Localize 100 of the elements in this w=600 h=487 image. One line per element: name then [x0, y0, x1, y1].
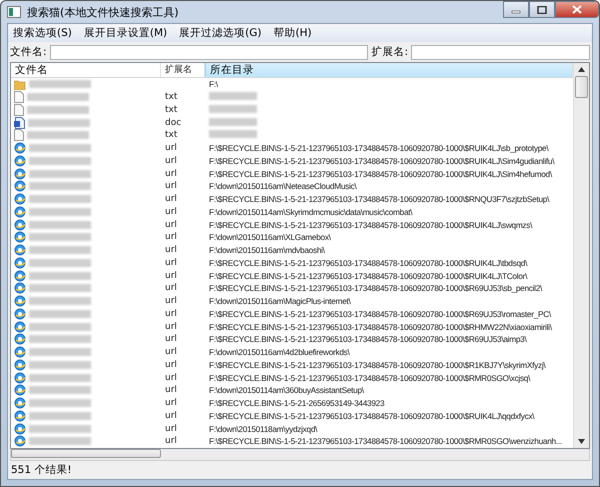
table-cell: doc — [165, 118, 182, 128]
table-cell: F:\$RECYCLE.BIN\S-1-5-21-1237965103-1734884578-1060920780-1000\$RMR0SGO\xcjsq\ — [209, 372, 530, 383]
table-cell: url — [165, 181, 177, 192]
browser-icon — [14, 372, 26, 384]
browser-icon — [14, 168, 26, 180]
redacted-name — [29, 335, 91, 344]
input-field[interactable] — [411, 44, 590, 60]
folder-icon — [14, 78, 26, 90]
redacted-name — [29, 399, 91, 408]
filter-label: 扩展名: — [371, 45, 408, 59]
table-cell: url — [165, 322, 177, 332]
browser-icon — [14, 206, 26, 218]
table-cell: F:\ — [209, 79, 218, 90]
redacted-name — [29, 156, 91, 165]
table-cell: F:\$RECYCLE.BIN\S-1-5-21-1237965103-1734884578-1060920780-1000\$RUIK4LJ\TColor\ — [209, 270, 528, 281]
browser-icon — [14, 320, 26, 333]
close-button[interactable] — [555, 1, 599, 18]
redacted-name — [29, 310, 91, 318]
table-cell: url — [165, 372, 177, 383]
table-cell: F:\$RECYCLE.BIN\S-1-5-21-1237965103-1734884578-1060920780-1000\$RMR0SGO\wenzizhuanh... — [209, 436, 562, 446]
table-cell: url — [165, 283, 177, 294]
redacted-name — [29, 374, 91, 382]
menu-item[interactable]: 搜索选项(S) — [10, 26, 75, 40]
table-cell: F:\down\20150116am\XLGamebox\ — [209, 232, 331, 242]
table-cell: F:\$RECYCLE.BIN\S-1-5-21-1237965103-1734884578-1060920780-1000\$R69UJ53\sb_pencil2\ — [209, 283, 542, 294]
maximize-icon — [537, 6, 547, 14]
table-cell: url — [165, 143, 177, 154]
table-cell: url — [165, 436, 177, 446]
browser-icon — [14, 282, 26, 294]
redacted-name — [29, 182, 91, 190]
redacted-name — [29, 297, 91, 306]
horizontal-scrollbar[interactable] — [10, 449, 590, 461]
browser-icon — [14, 422, 26, 435]
table-cell: F:\$RECYCLE.BIN\S-1-5-21-1237965103-1734884578-1060920780-1000\$RUIK4LJ\tbdsqd\ — [209, 258, 528, 268]
redacted-name — [29, 220, 91, 229]
table-cell: F:\down\20150114am\360buyAssistantSetup\ — [209, 385, 364, 396]
table-cell: F:\$RECYCLE.BIN\S-1-5-21-1237965103-1734884578-1060920780-1000\$RUIK4LJ\qqdxfycx\ — [209, 410, 534, 421]
table-cell: F:\$RECYCLE.BIN\S-1-5-21-1237965103-1734884578-1060920780-1000\$RNQU3F7\szjtzbSetup\ — [209, 194, 550, 204]
column-header[interactable]: 文件名 — [11, 63, 161, 77]
close-icon — [572, 5, 582, 14]
browser-icon — [14, 308, 26, 320]
redacted-name — [27, 131, 89, 140]
table-cell: url — [165, 206, 177, 217]
table-cell: url — [165, 168, 177, 179]
table-cell: url — [165, 398, 177, 408]
menu-item[interactable]: 帮助(H) — [270, 26, 315, 40]
table-cell: F:\$RECYCLE.BIN\S-1-5-21-1237965103-1734884578-1060920780-1000\$R69UJ53\aimp3\ — [209, 334, 526, 344]
table-cell: url — [165, 385, 177, 396]
maximize-button[interactable] — [529, 1, 555, 18]
redacted-name — [29, 170, 91, 178]
redacted-name — [29, 437, 91, 446]
table-cell: url — [165, 258, 177, 268]
redacted-name — [29, 246, 91, 254]
redacted-name — [29, 233, 91, 242]
table-cell: url — [165, 232, 177, 242]
redacted-name — [27, 93, 89, 102]
document-icon — [14, 91, 24, 104]
redacted-name — [29, 424, 91, 433]
vertical-scrollbar[interactable] — [573, 63, 589, 448]
table-cell: F:\$RECYCLE.BIN\S-1-5-21-1237965103-1734884578-1060920780-1000\$RUIK4LJ\Sim4hefumod\ — [209, 168, 552, 179]
redacted-name — [29, 272, 91, 280]
table-cell: url — [165, 220, 177, 230]
redacted-name — [29, 386, 91, 394]
menu-item[interactable]: 展开过滤选项(G) — [176, 26, 264, 40]
table-cell: url — [165, 270, 177, 281]
browser-icon — [14, 333, 26, 346]
column-header[interactable]: 所在目录 — [205, 63, 573, 77]
redacted-name — [29, 80, 91, 88]
redacted-name — [29, 144, 91, 152]
app-icon — [7, 6, 21, 18]
table-cell: F:\$RECYCLE.BIN\S-1-5-21-1237965103-1734884578-1060920780-1000\$RUIK4LJ\Sim4gudianlifu\ — [209, 156, 554, 166]
table-cell: F:\down\20150116am\MagicPlus-internet\ — [209, 296, 351, 306]
table-cell: url — [165, 334, 177, 344]
browser-icon — [14, 358, 26, 371]
scroll-thumb[interactable] — [575, 76, 588, 98]
word-document-icon — [14, 116, 25, 129]
minimize-button[interactable] — [503, 1, 529, 18]
table-cell: F:\$RECYCLE.BIN\S-1-5-21-1237965103-1734884578-1060920780-1000\$R1KBJ7Y\skyrimXfyzj\ — [209, 360, 546, 370]
redacted-name — [29, 284, 91, 292]
table-cell: F:\down\20150116am\mdvbaoshi\ — [209, 245, 325, 256]
table-cell: F:\down\20150116am\NeteaseCloudMusic\ — [209, 181, 356, 192]
table-cell: F:\$RECYCLE.BIN\S-1-5-21-1237965103-1734884578-1060920780-1000\$RUIK4LJ\swqmzs\ — [209, 220, 532, 230]
table-cell: F:\$RECYCLE.BIN\S-1-5-21-2656953149-3443923 — [209, 398, 384, 408]
status-text: 551 个结果! — [11, 463, 72, 477]
table-cell: txt — [165, 104, 178, 115]
table-cell: F:\down\20150118am\yydzjxqd\ — [209, 424, 318, 434]
redacted-name — [29, 348, 91, 356]
menu-item[interactable]: 展开目录设置(M) — [80, 26, 170, 40]
browser-icon — [14, 410, 26, 422]
browser-icon — [14, 193, 26, 206]
redacted-name — [29, 258, 91, 267]
redacted-name — [29, 360, 91, 369]
browser-icon — [14, 154, 26, 167]
table-cell: F:\down\20150116am\4d2bluefireworkds\ — [209, 347, 350, 358]
input-field[interactable] — [50, 44, 368, 60]
redacted-name — [29, 208, 91, 216]
redacted-path — [209, 104, 257, 113]
redacted-name — [29, 322, 91, 331]
scroll-thumb[interactable] — [11, 449, 161, 458]
browser-icon — [14, 397, 26, 410]
